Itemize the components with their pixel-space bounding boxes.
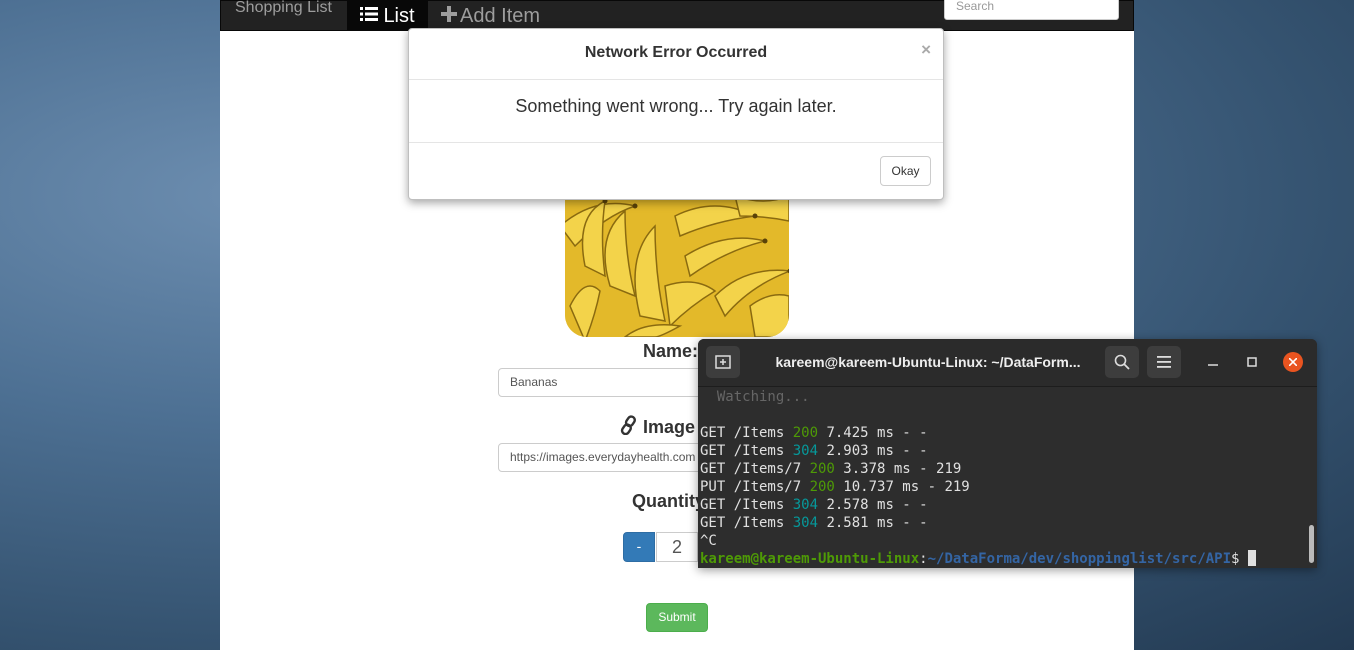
terminal-search-button[interactable] bbox=[1105, 346, 1139, 378]
close-icon[interactable]: × bbox=[921, 40, 931, 60]
quantity-field[interactable]: 2 bbox=[656, 532, 698, 562]
terminal-line: Watching... bbox=[700, 389, 810, 405]
terminal-line: GET /Items 304 2.581 ms - - bbox=[700, 515, 928, 531]
quantity-label: Quantity bbox=[632, 491, 706, 511]
name-field[interactable]: Bananas bbox=[498, 368, 710, 397]
nav-list-label: List bbox=[383, 4, 415, 27]
terminal-menu-button[interactable] bbox=[1147, 346, 1181, 378]
name-label: Name: bbox=[643, 341, 699, 361]
terminal-prompt: kareem@kareem-Ubuntu-Linux:~/DataForma/d… bbox=[700, 550, 1256, 568]
image-label: Image bbox=[643, 417, 696, 437]
close-window-icon[interactable] bbox=[1283, 352, 1303, 372]
submit-button[interactable]: Submit bbox=[646, 603, 708, 632]
item-image bbox=[565, 196, 789, 337]
terminal-scrollbar[interactable] bbox=[1309, 525, 1314, 563]
nav-add-item-label: Add Item bbox=[460, 4, 541, 27]
terminal-cursor bbox=[1247, 550, 1256, 566]
modal-title: Network Error Occurred bbox=[584, 44, 768, 61]
terminal-output[interactable]: Watching... GET /Items 200 7.425 ms - - … bbox=[698, 387, 1317, 568]
terminal-line: GET /Items 304 2.578 ms - - bbox=[700, 497, 928, 513]
minimize-icon[interactable] bbox=[1204, 353, 1222, 371]
nav-list-tab[interactable]: List bbox=[347, 1, 428, 31]
terminal-window: kareem@kareem-Ubuntu-Linux: ~/DataForm..… bbox=[698, 339, 1317, 568]
hamburger-icon bbox=[1157, 356, 1171, 368]
modal-message: Something went wrong... Try again later. bbox=[409, 80, 943, 143]
terminal-line: ^C bbox=[700, 533, 717, 549]
quantity-decrement-button[interactable]: - bbox=[623, 532, 655, 562]
terminal-title: kareem@kareem-Ubuntu-Linux: ~/DataForm..… bbox=[775, 354, 1081, 370]
image-url-field[interactable]: https://images.everydayhealth.com bbox=[498, 443, 710, 472]
new-tab-icon bbox=[715, 355, 731, 369]
okay-button[interactable]: Okay bbox=[880, 156, 931, 186]
terminal-line: GET /Items/7 200 3.378 ms - 219 bbox=[700, 461, 962, 477]
terminal-line: GET /Items 304 2.903 ms - - bbox=[700, 443, 928, 459]
modal-header: Network Error Occurred × bbox=[409, 29, 943, 80]
maximize-icon[interactable] bbox=[1243, 353, 1261, 371]
list-icon bbox=[360, 5, 379, 28]
search-icon bbox=[1114, 354, 1130, 370]
terminal-line: PUT /Items/7 200 10.737 ms - 219 bbox=[700, 479, 970, 495]
nav-add-item-tab[interactable]: Add Item bbox=[441, 1, 540, 31]
navbar-brand[interactable]: Shopping List bbox=[235, 0, 332, 17]
navbar: Shopping List List Add Item Search bbox=[220, 0, 1134, 31]
link-icon bbox=[620, 415, 637, 440]
search-input[interactable]: Search bbox=[944, 0, 1119, 20]
image-label-row: Image bbox=[620, 415, 695, 440]
terminal-line: GET /Items 200 7.425 ms - - bbox=[700, 425, 928, 441]
plus-icon bbox=[441, 5, 457, 28]
new-tab-button[interactable] bbox=[706, 346, 740, 378]
error-modal: Network Error Occurred × Something went … bbox=[408, 28, 944, 200]
terminal-titlebar[interactable]: kareem@kareem-Ubuntu-Linux: ~/DataForm..… bbox=[698, 339, 1317, 387]
